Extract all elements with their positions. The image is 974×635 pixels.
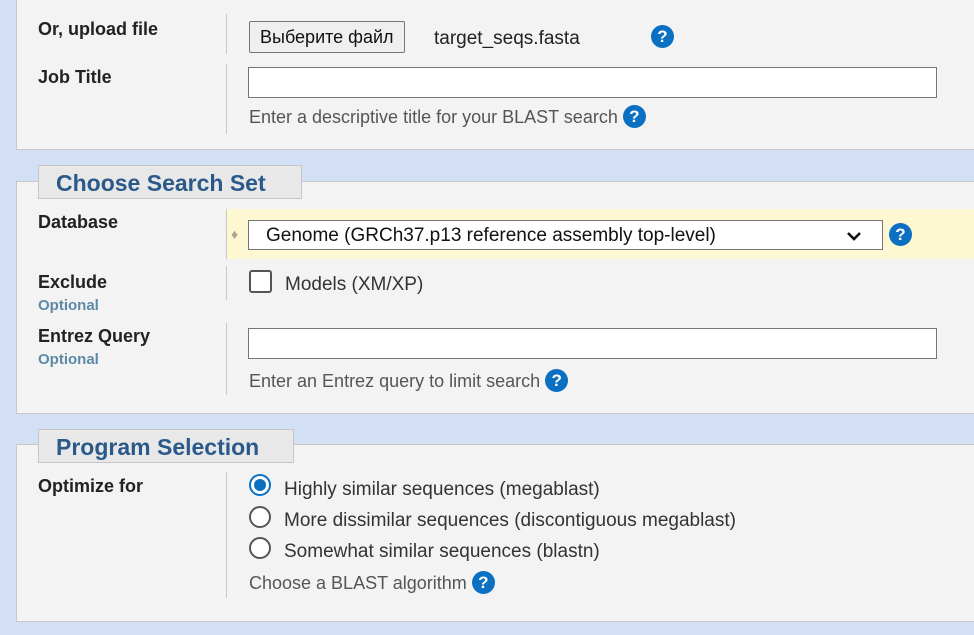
program-selection-legend: Program Selection [38,429,294,463]
job-title-input[interactable] [248,67,937,98]
entrez-query-hint: Enter an Entrez query to limit search ? [249,368,569,392]
choose-file-button[interactable]: Выберите файл [249,21,405,53]
divider [226,209,227,259]
database-label: Database [38,212,119,232]
program-selection-panel [16,444,974,622]
entrez-query-input[interactable] [248,328,937,359]
help-icon[interactable]: ? [471,570,495,594]
divider [226,472,227,598]
models-checkbox[interactable] [249,270,272,293]
blastn-radio[interactable] [249,537,271,559]
exclude-optional-label: Optional [38,297,99,314]
job-title-label: Job Title [38,67,112,87]
discontiguous-megablast-label[interactable]: More dissimilar sequences (discontiguous… [284,510,736,532]
job-title-hint: Enter a descriptive title for your BLAST… [249,104,646,128]
discontiguous-megablast-radio[interactable] [249,506,271,528]
help-icon[interactable]: ? [622,104,646,128]
help-icon[interactable]: ? [889,223,912,246]
upload-label: Or, upload file [38,19,159,39]
divider [226,64,227,134]
algorithm-hint: Choose a BLAST algorithm ? [249,570,495,594]
models-checkbox-label[interactable]: Models (XM/XP) [285,274,423,296]
algorithm-hint-text: Choose a BLAST algorithm [249,573,467,593]
megablast-label[interactable]: Highly similar sequences (megablast) [284,479,600,501]
optimize-for-label: Optimize for [38,476,144,496]
divider [226,266,227,300]
help-icon[interactable]: ? [545,368,569,392]
database-marker-icon: ♦ [231,226,239,242]
job-title-hint-text: Enter a descriptive title for your BLAST… [249,107,618,127]
entrez-query-label: Entrez Query [38,326,151,346]
divider [226,323,227,395]
divider [226,14,227,54]
selected-file-name: target_seqs.fasta [434,28,580,49]
database-selected-value: Genome (GRCh37.p13 reference assembly to… [266,225,716,246]
chevron-down-icon [847,232,861,241]
database-select[interactable]: Genome (GRCh37.p13 reference assembly to… [248,220,883,250]
search-set-legend: Choose Search Set [38,165,302,199]
help-icon[interactable]: ? [651,25,674,48]
megablast-radio[interactable] [249,474,271,496]
entrez-query-hint-text: Enter an Entrez query to limit search [249,371,541,391]
blastn-label[interactable]: Somewhat similar sequences (blastn) [284,541,600,563]
entrez-optional-label: Optional [38,351,99,368]
exclude-label: Exclude [38,272,108,292]
